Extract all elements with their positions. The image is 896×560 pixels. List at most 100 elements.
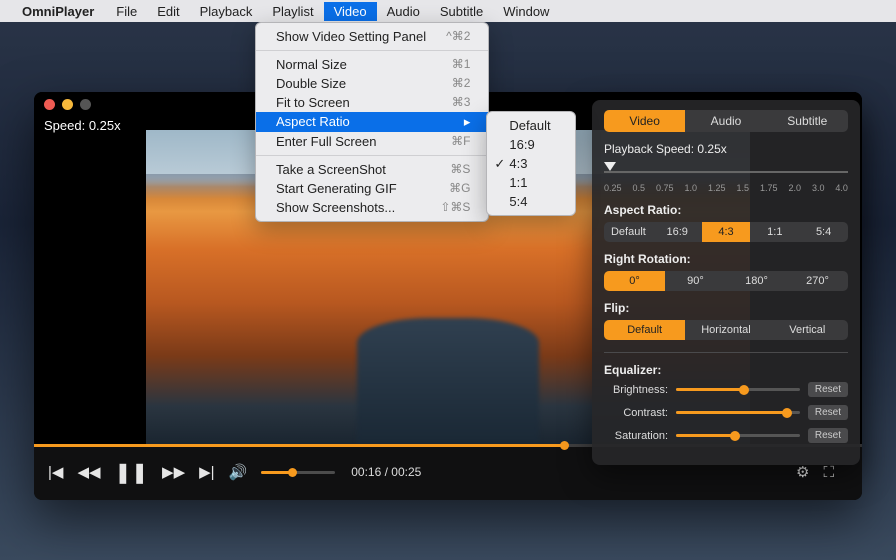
menubar: OmniPlayer File Edit Playback Playlist V… [0, 0, 896, 22]
menu-item-label: Take a ScreenShot [276, 162, 386, 177]
brightness-label: Brightness: [604, 384, 668, 396]
menu-aspect-ratio[interactable]: Aspect Ratio ▸ [256, 112, 488, 132]
rot-0[interactable]: 0° [604, 271, 665, 291]
menu-item-label: Double Size [276, 76, 346, 91]
aspect-ratio-submenu: Default 16:9 4:3 1:1 5:4 [486, 111, 576, 216]
menu-item-label: Aspect Ratio [276, 114, 350, 130]
aspect-opt-default[interactable]: Default [604, 222, 653, 242]
flip-horizontal[interactable]: Horizontal [685, 320, 766, 340]
contrast-label: Contrast: [604, 407, 668, 419]
menu-item-label: Enter Full Screen [276, 134, 376, 149]
rotation-segmented: 0° 90° 180° 270° [604, 271, 848, 291]
menu-shortcut: ^⌘2 [446, 29, 470, 44]
aspect-segmented: Default 16:9 4:3 1:1 5:4 [604, 222, 848, 242]
contrast-reset-button[interactable]: Reset [808, 405, 848, 420]
eq-saturation-row: Saturation: Reset [604, 428, 848, 443]
menu-gif[interactable]: Start Generating GIF ⌘G [256, 179, 488, 198]
menu-show-video-panel[interactable]: Show Video Setting Panel ^⌘2 [256, 27, 488, 46]
tab-audio[interactable]: Audio [685, 110, 766, 132]
menu-normal-size[interactable]: Normal Size ⌘1 [256, 55, 488, 74]
menu-item-label: Fit to Screen [276, 95, 350, 110]
menu-playlist[interactable]: Playlist [262, 2, 323, 21]
flip-segmented: Default Horizontal Vertical [604, 320, 848, 340]
eq-contrast-row: Contrast: Reset [604, 405, 848, 420]
video-settings-panel: Video Audio Subtitle Playback Speed: 0.2… [592, 100, 860, 465]
saturation-reset-button[interactable]: Reset [808, 428, 848, 443]
aspect-opt-16-9[interactable]: 16:9 [653, 222, 702, 242]
menu-shortcut: ⇧⌘S [440, 200, 470, 215]
video-menu-dropdown: Show Video Setting Panel ^⌘2 Normal Size… [255, 22, 489, 222]
brightness-reset-button[interactable]: Reset [808, 382, 848, 397]
menu-separator [256, 155, 488, 156]
tab-video[interactable]: Video [604, 110, 685, 132]
flip-default[interactable]: Default [604, 320, 685, 340]
fullscreen-icon[interactable]: ⛶ [823, 464, 834, 481]
menu-shortcut: ⌘2 [452, 76, 471, 91]
equalizer-label: Equalizer: [604, 363, 848, 377]
menu-video[interactable]: Video [324, 2, 377, 21]
speed-overlay-label: Speed: 0.25x [44, 118, 121, 133]
volume-icon[interactable]: 🔊 [229, 463, 248, 481]
menu-separator [256, 50, 488, 51]
aspect-opt-5-4[interactable]: 5:4 [799, 222, 848, 242]
aspect-1-1[interactable]: 1:1 [487, 173, 575, 192]
menu-edit[interactable]: Edit [147, 2, 189, 21]
app-name[interactable]: OmniPlayer [22, 4, 94, 19]
speed-slider[interactable] [604, 161, 848, 179]
time-display: 00:16 / 00:25 [351, 465, 421, 479]
minimize-icon[interactable] [62, 99, 73, 110]
contrast-slider[interactable] [676, 411, 800, 414]
menu-shortcut: ⌘1 [452, 57, 471, 72]
maximize-icon[interactable] [80, 99, 91, 110]
saturation-slider[interactable] [676, 434, 800, 437]
menu-subtitle[interactable]: Subtitle [430, 2, 493, 21]
forward-button[interactable]: ▶▶ [162, 463, 185, 481]
menu-item-label: Start Generating GIF [276, 181, 397, 196]
aspect-opt-4-3[interactable]: 4:3 [702, 222, 751, 242]
next-track-button[interactable]: ▶| [199, 463, 214, 481]
pause-button[interactable]: ❚❚ [115, 460, 149, 485]
menu-item-label: Show Video Setting Panel [276, 29, 426, 44]
eq-brightness-row: Brightness: Reset [604, 382, 848, 397]
menu-fit-screen[interactable]: Fit to Screen ⌘3 [256, 93, 488, 112]
menu-window[interactable]: Window [493, 2, 559, 21]
tab-subtitle[interactable]: Subtitle [767, 110, 848, 132]
menu-item-label: Normal Size [276, 57, 347, 72]
rot-180[interactable]: 180° [726, 271, 787, 291]
menu-full-screen[interactable]: Enter Full Screen ⌘F [256, 132, 488, 151]
close-icon[interactable] [44, 99, 55, 110]
menu-screenshot[interactable]: Take a ScreenShot ⌘S [256, 160, 488, 179]
menu-double-size[interactable]: Double Size ⌘2 [256, 74, 488, 93]
aspect-opt-1-1[interactable]: 1:1 [750, 222, 799, 242]
volume-slider[interactable] [261, 471, 335, 474]
menu-playback[interactable]: Playback [190, 2, 263, 21]
rotation-label: Right Rotation: [604, 252, 848, 266]
aspect-16-9[interactable]: 16:9 [487, 135, 575, 154]
menu-shortcut: ⌘F [451, 134, 470, 149]
aspect-4-3[interactable]: 4:3 [487, 154, 575, 173]
menu-show-screenshots[interactable]: Show Screenshots... ⇧⌘S [256, 198, 488, 217]
brightness-slider[interactable] [676, 388, 800, 391]
submenu-arrow-icon: ▸ [464, 114, 471, 130]
menu-audio[interactable]: Audio [377, 2, 430, 21]
aspect-default[interactable]: Default [487, 116, 575, 135]
menu-shortcut: ⌘3 [452, 95, 471, 110]
speed-tick-labels: 0.25 0.5 0.75 1.0 1.25 1.5 1.75 2.0 3.0 … [604, 183, 848, 193]
flip-label: Flip: [604, 301, 848, 315]
playback-speed-label: Playback Speed: 0.25x [604, 142, 848, 156]
panel-divider [604, 352, 848, 353]
prev-track-button[interactable]: |◀ [48, 463, 63, 481]
flip-vertical[interactable]: Vertical [767, 320, 848, 340]
rot-90[interactable]: 90° [665, 271, 726, 291]
panel-tabs: Video Audio Subtitle [604, 110, 848, 132]
saturation-label: Saturation: [604, 430, 668, 442]
menu-file[interactable]: File [106, 2, 147, 21]
rewind-button[interactable]: ◀◀ [77, 463, 100, 481]
rot-270[interactable]: 270° [787, 271, 848, 291]
settings-gear-icon[interactable]: ⚙ [796, 463, 809, 481]
menu-shortcut: ⌘S [450, 162, 470, 177]
menu-shortcut: ⌘G [449, 181, 470, 196]
aspect-5-4[interactable]: 5:4 [487, 192, 575, 211]
menu-item-label: Show Screenshots... [276, 200, 395, 215]
window-traffic-lights [44, 99, 91, 110]
